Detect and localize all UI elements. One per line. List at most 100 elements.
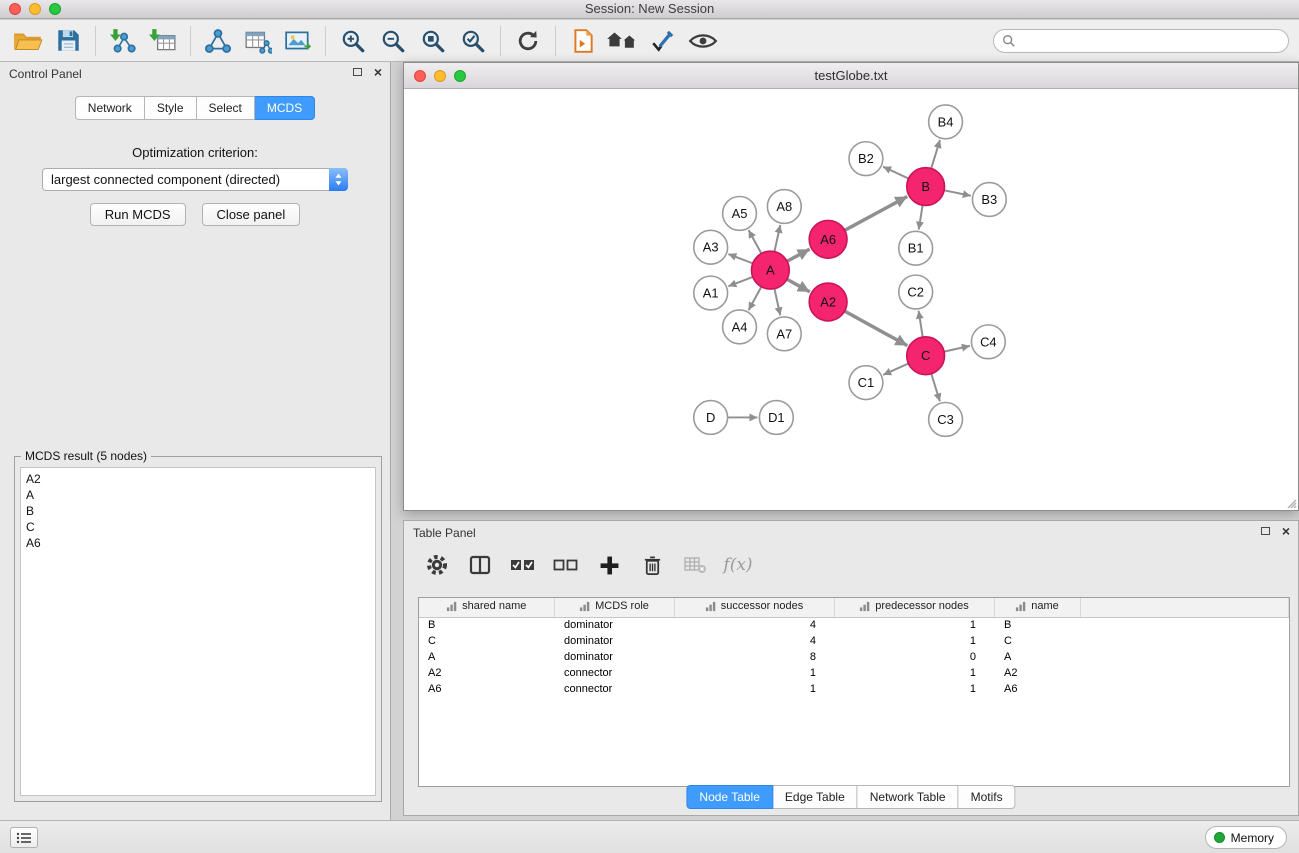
graph-edge[interactable] [774,289,780,316]
table-cell[interactable]: B [994,617,1080,633]
graph-edge[interactable] [845,311,908,346]
table-cell[interactable]: connector [554,665,674,681]
table-cell[interactable]: A6 [994,681,1080,697]
table-cell[interactable]: dominator [554,617,674,633]
toggle-details-button[interactable] [683,23,723,59]
mcds-result-item[interactable]: B [26,503,370,519]
graph-node-B2[interactable]: B2 [849,142,883,176]
table-row[interactable]: Bdominator41B [419,617,1289,633]
delete-table-button[interactable] [682,551,708,579]
table-cell[interactable]: 4 [674,617,834,633]
close-panel-icon[interactable]: × [374,67,382,77]
zoom-window-button[interactable] [49,3,61,15]
mcds-result-item[interactable]: A2 [26,471,370,487]
table-cell[interactable]: A6 [419,681,554,697]
zoom-in-button[interactable] [333,23,373,59]
new-network-button[interactable] [198,23,238,59]
run-mcds-button[interactable]: Run MCDS [90,203,186,226]
annotation-button[interactable] [643,23,683,59]
graph-node-C3[interactable]: C3 [929,403,963,437]
column-header[interactable]: MCDS role [554,598,674,617]
column-header[interactable]: shared name [419,598,554,617]
tab-network-table[interactable]: Network Table [858,785,959,809]
graph-edge[interactable] [931,374,940,402]
table-row[interactable]: Adominator80A [419,649,1289,665]
table-cell[interactable]: A2 [994,665,1080,681]
resize-grip-icon[interactable] [1285,497,1297,509]
graph-node-A3[interactable]: A3 [694,230,728,264]
new-table-button[interactable] [238,23,278,59]
mcds-result-item[interactable]: A6 [26,535,370,551]
table-cell[interactable]: 1 [834,665,994,681]
graph-node-A8[interactable]: A8 [767,190,801,224]
add-row-button[interactable] [596,551,622,579]
graph-node-A7[interactable]: A7 [767,317,801,351]
mcds-result-list[interactable]: A2ABCA6 [20,467,376,796]
tab-node-table[interactable]: Node Table [686,785,773,809]
menu-button[interactable] [10,827,38,848]
deselect-all-rows-button[interactable] [553,551,579,579]
graph-edge[interactable] [749,230,762,254]
table-cell[interactable]: 1 [834,633,994,649]
column-header[interactable]: predecessor nodes [834,598,994,617]
zoom-fit-button[interactable] [413,23,453,59]
table-cell[interactable]: A [994,649,1080,665]
table-cell[interactable]: C [419,633,554,649]
table-cell[interactable]: dominator [554,649,674,665]
graph-edge[interactable] [774,225,780,252]
table-cell[interactable]: A [419,649,554,665]
graph-edge[interactable] [749,287,762,311]
table-cell[interactable]: C [994,633,1080,649]
graph-node-A5[interactable]: A5 [723,196,757,230]
close-table-panel-icon[interactable]: × [1282,526,1290,536]
home-button[interactable] [603,23,643,59]
table-cell[interactable]: 1 [674,665,834,681]
import-network-button[interactable] [103,23,143,59]
graph-edge[interactable] [931,140,940,169]
table-cell[interactable]: 8 [674,649,834,665]
column-header[interactable]: successor nodes [674,598,834,617]
graph-edge[interactable] [728,277,752,286]
tab-edge-table[interactable]: Edge Table [773,785,858,809]
select-all-rows-button[interactable] [510,551,536,579]
minimize-network-window-button[interactable] [434,70,446,82]
refresh-button[interactable] [508,23,548,59]
graph-edge[interactable] [944,190,971,195]
search-input[interactable] [1021,34,1280,49]
graph-edge[interactable] [787,279,810,292]
table-row[interactable]: A6connector11A6 [419,681,1289,697]
graph-node-B[interactable]: B [907,168,945,206]
graph-node-D[interactable]: D [694,401,728,435]
table-settings-button[interactable] [424,551,450,579]
network-window-titlebar[interactable]: testGlobe.txt [404,63,1298,89]
column-visibility-button[interactable] [467,551,493,579]
table-cell[interactable]: A2 [419,665,554,681]
table-row[interactable]: A2connector11A2 [419,665,1289,681]
graph-node-C4[interactable]: C4 [971,325,1005,359]
graph-node-A[interactable]: A [751,251,789,289]
save-session-button[interactable] [48,23,88,59]
graph-node-B3[interactable]: B3 [972,183,1006,217]
graph-node-C1[interactable]: C1 [849,366,883,400]
graph-edge[interactable] [944,346,970,352]
table-row[interactable]: Cdominator41C [419,633,1289,649]
close-window-button[interactable] [9,3,21,15]
graph-node-D1[interactable]: D1 [759,401,793,435]
export-image-button[interactable] [278,23,318,59]
mcds-result-item[interactable]: A [26,487,370,503]
graph-edge[interactable] [883,363,908,374]
graph-node-B4[interactable]: B4 [929,105,963,139]
optimization-criterion-dropdown[interactable]: largest connected component (directed) [42,168,348,191]
network-canvas[interactable]: B4B2BB3A8A5A6A3B1AA1C2A2A4A7C4CC1C3DD1 [404,90,1298,510]
mcds-result-item[interactable]: C [26,519,370,535]
graph-node-A4[interactable]: A4 [723,310,757,344]
tab-style[interactable]: Style [145,96,197,120]
memory-button[interactable]: Memory [1205,826,1287,849]
search-box[interactable] [993,29,1289,53]
float-table-panel-icon[interactable] [1261,527,1270,535]
delete-row-button[interactable] [639,551,665,579]
zoom-out-button[interactable] [373,23,413,59]
tab-network[interactable]: Network [75,96,145,120]
graph-edge[interactable] [787,249,810,261]
graph-edge[interactable] [845,196,908,230]
